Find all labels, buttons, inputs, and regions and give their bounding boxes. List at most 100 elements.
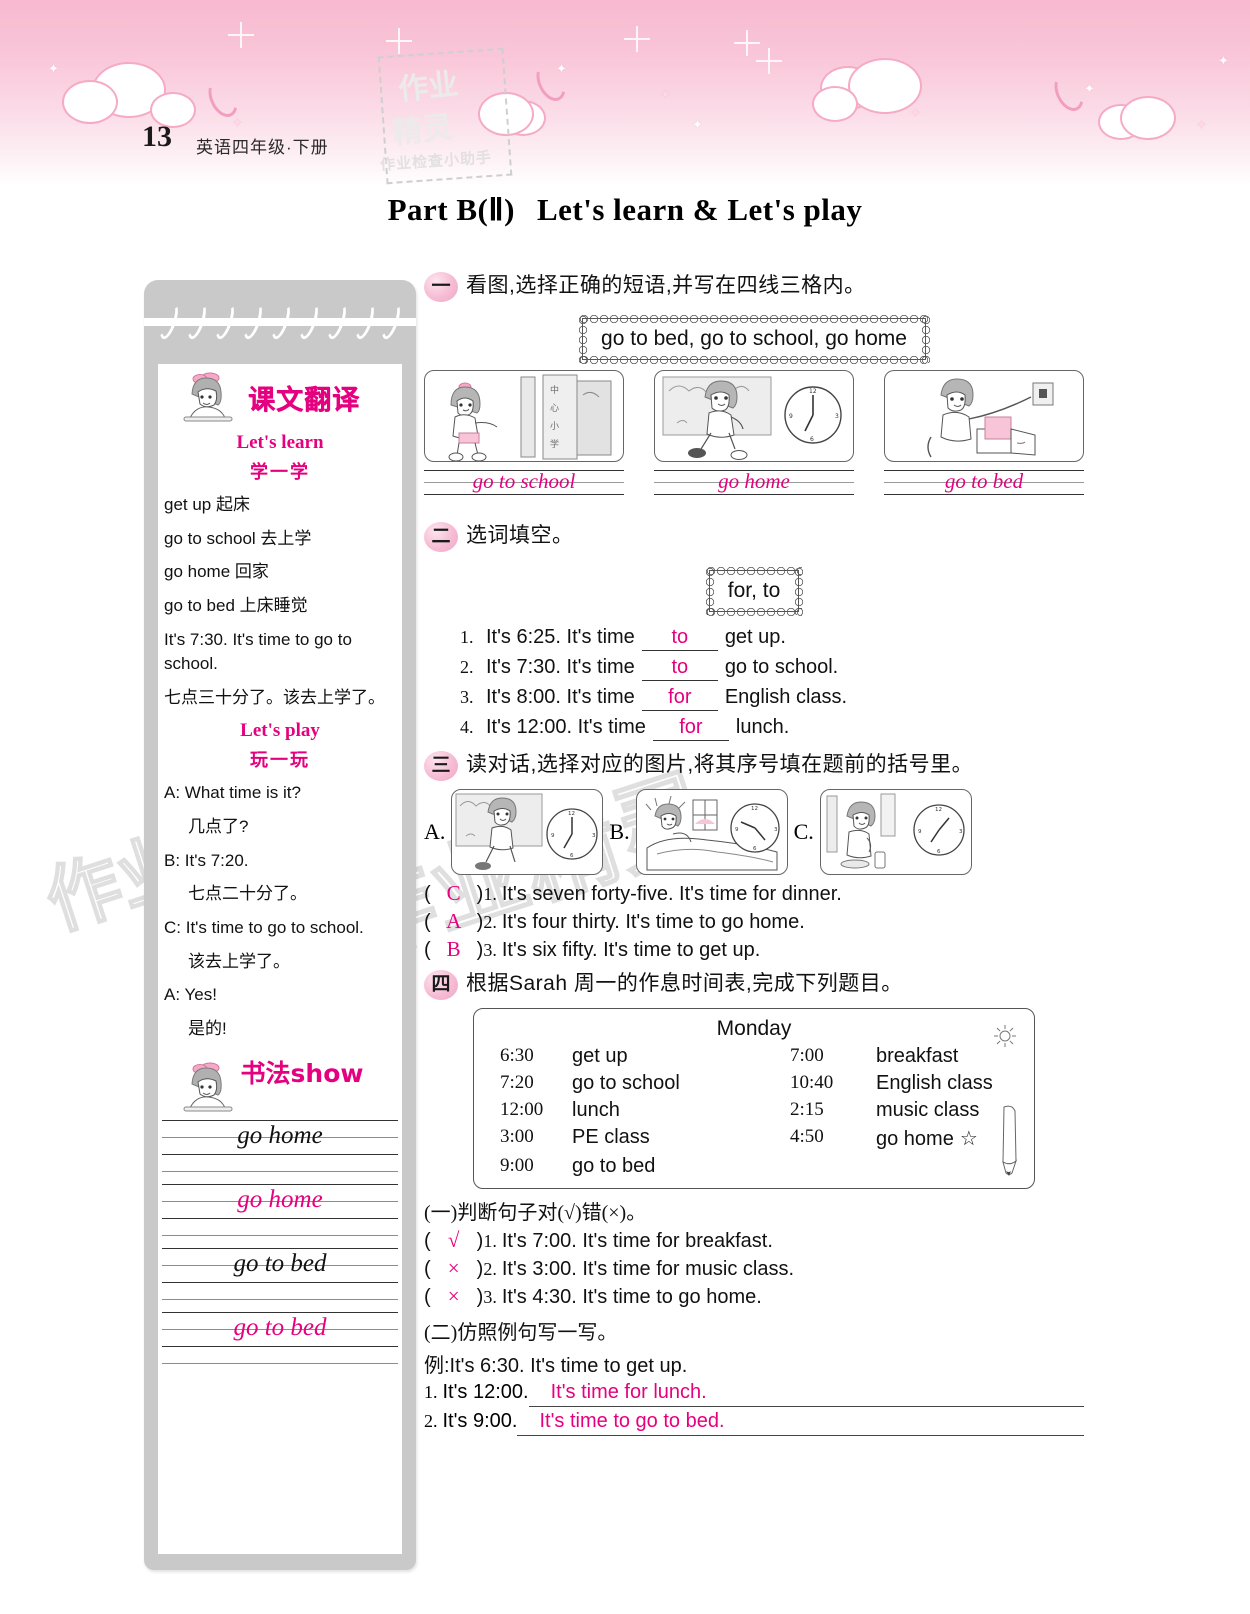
- word-bank-text: go to bed, go to school, go home: [601, 327, 907, 350]
- word-bank-1: go to bed, go to school, go home: [578, 314, 930, 364]
- schedule-grid: 6:30 get up 7:00 breakfast 7:20 go to sc…: [474, 1041, 1034, 1178]
- answer-blank[interactable]: to: [641, 626, 718, 651]
- answer-blank[interactable]: for: [652, 716, 729, 741]
- choice-answer-row: ( C ) 1. It's seven forty-five. It's tim…: [424, 881, 842, 906]
- true-false-row: ( × ) 2. It's 3:00. It's time for music …: [424, 1256, 795, 1281]
- girl-at-school-gate-illustration: 中 心 小 学: [448, 374, 612, 461]
- star-icon: ✦: [232, 115, 243, 130]
- answer-blank[interactable]: to: [641, 656, 718, 681]
- schedule-activity: go to bed: [572, 1155, 656, 1177]
- exercise-1-pictures: 中 心 小 学 go to school 12 3 6 9 go home go…: [424, 370, 1084, 508]
- translation-title: 课文翻译: [248, 385, 360, 416]
- handwriting-text: go home: [237, 1185, 323, 1213]
- selected-choice[interactable]: A: [431, 909, 477, 934]
- fill-item: 4. It's 12:00. It's time for lunch.: [460, 716, 1084, 741]
- written-answer[interactable]: It's time for lunch.: [528, 1381, 1084, 1407]
- schedule-activity: breakfast: [876, 1045, 959, 1067]
- svg-text:12: 12: [568, 811, 575, 817]
- answer-text: go to school: [472, 469, 576, 493]
- schedule-time: 7:20: [500, 1072, 534, 1093]
- item-after: lunch.: [735, 716, 790, 738]
- dialogue-line: A: Yes!: [164, 985, 217, 1005]
- sparkle-icon: [386, 28, 412, 54]
- answer-text: go home: [718, 469, 790, 493]
- svg-text:3: 3: [774, 827, 778, 833]
- star-icon: ✦: [692, 117, 703, 132]
- schedule-activity: go to school: [572, 1072, 680, 1094]
- svg-text:6: 6: [570, 853, 574, 859]
- handwriting-text: go to bed: [233, 1313, 327, 1341]
- sparkle-icon: [756, 48, 782, 74]
- selected-choice[interactable]: B: [431, 937, 477, 962]
- answer-line-3: go to bed: [884, 468, 1084, 508]
- dialogue-line-cn: 该去上学了。: [188, 951, 290, 971]
- cloud-icon: [1120, 96, 1176, 140]
- boy-waking-up-clock-illustration: 12 3 6 9: [645, 795, 780, 871]
- vocab-item: go home 回家: [164, 562, 269, 582]
- item-number: 1.: [483, 1231, 497, 1251]
- exercises-column: 一 看图,选择正确的短语,并写在四线三格内。 go to bed, go to …: [424, 272, 1084, 1436]
- svg-text:学: 学: [550, 438, 559, 450]
- item-number: 2.: [460, 657, 474, 677]
- stamp-line2: 精灵: [390, 109, 455, 152]
- written-answer[interactable]: It's time to go to bed.: [517, 1410, 1084, 1436]
- item-text: It's 3:00. It's time for music class.: [501, 1258, 795, 1280]
- cloud-icon: [62, 80, 118, 124]
- selected-choice[interactable]: C: [431, 881, 477, 906]
- exercise-instruction: 看图,选择正确的短语,并写在四线三格内。: [466, 274, 866, 297]
- svg-text:9: 9: [735, 827, 739, 833]
- tf-mark[interactable]: √: [431, 1228, 477, 1253]
- dialogue-line-cn: 七点二十分了。: [188, 884, 307, 904]
- star-icon: ✦: [1084, 81, 1095, 96]
- schedule-table: Monday 6:30 get up 7:00 breakfast 7:20 g…: [473, 1008, 1035, 1189]
- dialogue-line: B: It's 7:20.: [164, 850, 249, 870]
- schedule-activity: lunch: [572, 1099, 620, 1121]
- section-lets-learn-en: Let's learn: [236, 432, 324, 453]
- exercise-number: 三: [424, 751, 458, 781]
- dialogue-line: A: What time is it?: [164, 783, 301, 803]
- girl-writing-icon: [183, 1062, 233, 1112]
- schedule-time: 12:00: [500, 1099, 544, 1120]
- exercise-instruction: 选词填空。: [466, 524, 574, 547]
- vocab-item: get up 起床: [164, 495, 250, 514]
- true-false-row: ( × ) 3. It's 4:30. It's time to go home…: [424, 1284, 762, 1309]
- cloud-icon: [812, 86, 858, 122]
- translation-notepad: 课文翻译 Let's learn 学一学 get up 起床 go to sch…: [144, 280, 416, 1570]
- dialogue-line-cn: 是的!: [188, 1018, 227, 1038]
- handwriting-row: go to bed: [162, 1310, 398, 1368]
- tf-mark[interactable]: ×: [431, 1256, 477, 1281]
- item-before: It's 6:25. It's time: [486, 626, 635, 648]
- word-bank-text: for, to: [727, 579, 781, 602]
- part2-heading: (二)仿照例句写一写。: [424, 1322, 618, 1344]
- choice-label: A.: [424, 819, 446, 844]
- section-lets-learn-cn: 学一学: [250, 462, 310, 482]
- item-number: 3.: [483, 940, 497, 960]
- exercise-3-heading: 三 读对话,选择对应的图片,将其序号填在题前的括号里。: [424, 751, 1084, 781]
- choice-item: B. 12 3 6 9: [609, 789, 788, 875]
- handwriting-row: go home: [162, 1118, 398, 1176]
- star-icon: ✦: [1218, 53, 1229, 68]
- schedule-activity: PE class: [572, 1126, 650, 1148]
- book-title: 英语四年级·下册: [196, 138, 329, 157]
- item-text: It's 7:00. It's time for breakfast.: [501, 1230, 773, 1252]
- schedule-time: 6:30: [500, 1045, 534, 1066]
- svg-text:12: 12: [935, 807, 942, 813]
- svg-text:12: 12: [751, 806, 758, 812]
- choice-label: B.: [609, 819, 630, 844]
- schedule-title: Monday: [716, 1017, 792, 1040]
- write-row: 2. It's 9:00. It's time to go to bed.: [424, 1410, 1084, 1436]
- item-text: It's 4:30. It's time to go home.: [501, 1286, 762, 1308]
- sparkle-icon: [734, 30, 760, 56]
- svg-text:6: 6: [753, 846, 757, 852]
- exercise-4-heading: 四 根据Sarah 周一的作息时间表,完成下列题目。: [424, 970, 1084, 1000]
- schedule-time: 2:15: [790, 1099, 824, 1120]
- page-banner: ✦ ✦ ✦ ✦ ✦ ✦ ✦ ✦ ✦ 作业 精灵 作业检查小助手: [0, 0, 1250, 186]
- sparkle-icon: [624, 26, 650, 52]
- boy-going-to-bed-illustration: [927, 378, 1054, 458]
- svg-text:9: 9: [789, 413, 793, 420]
- answer-blank[interactable]: for: [641, 686, 718, 711]
- item-number: 2.: [483, 1259, 497, 1279]
- translation-header: 课文翻译: [158, 364, 402, 426]
- tf-mark[interactable]: ×: [431, 1284, 477, 1309]
- svg-text:中: 中: [550, 384, 559, 396]
